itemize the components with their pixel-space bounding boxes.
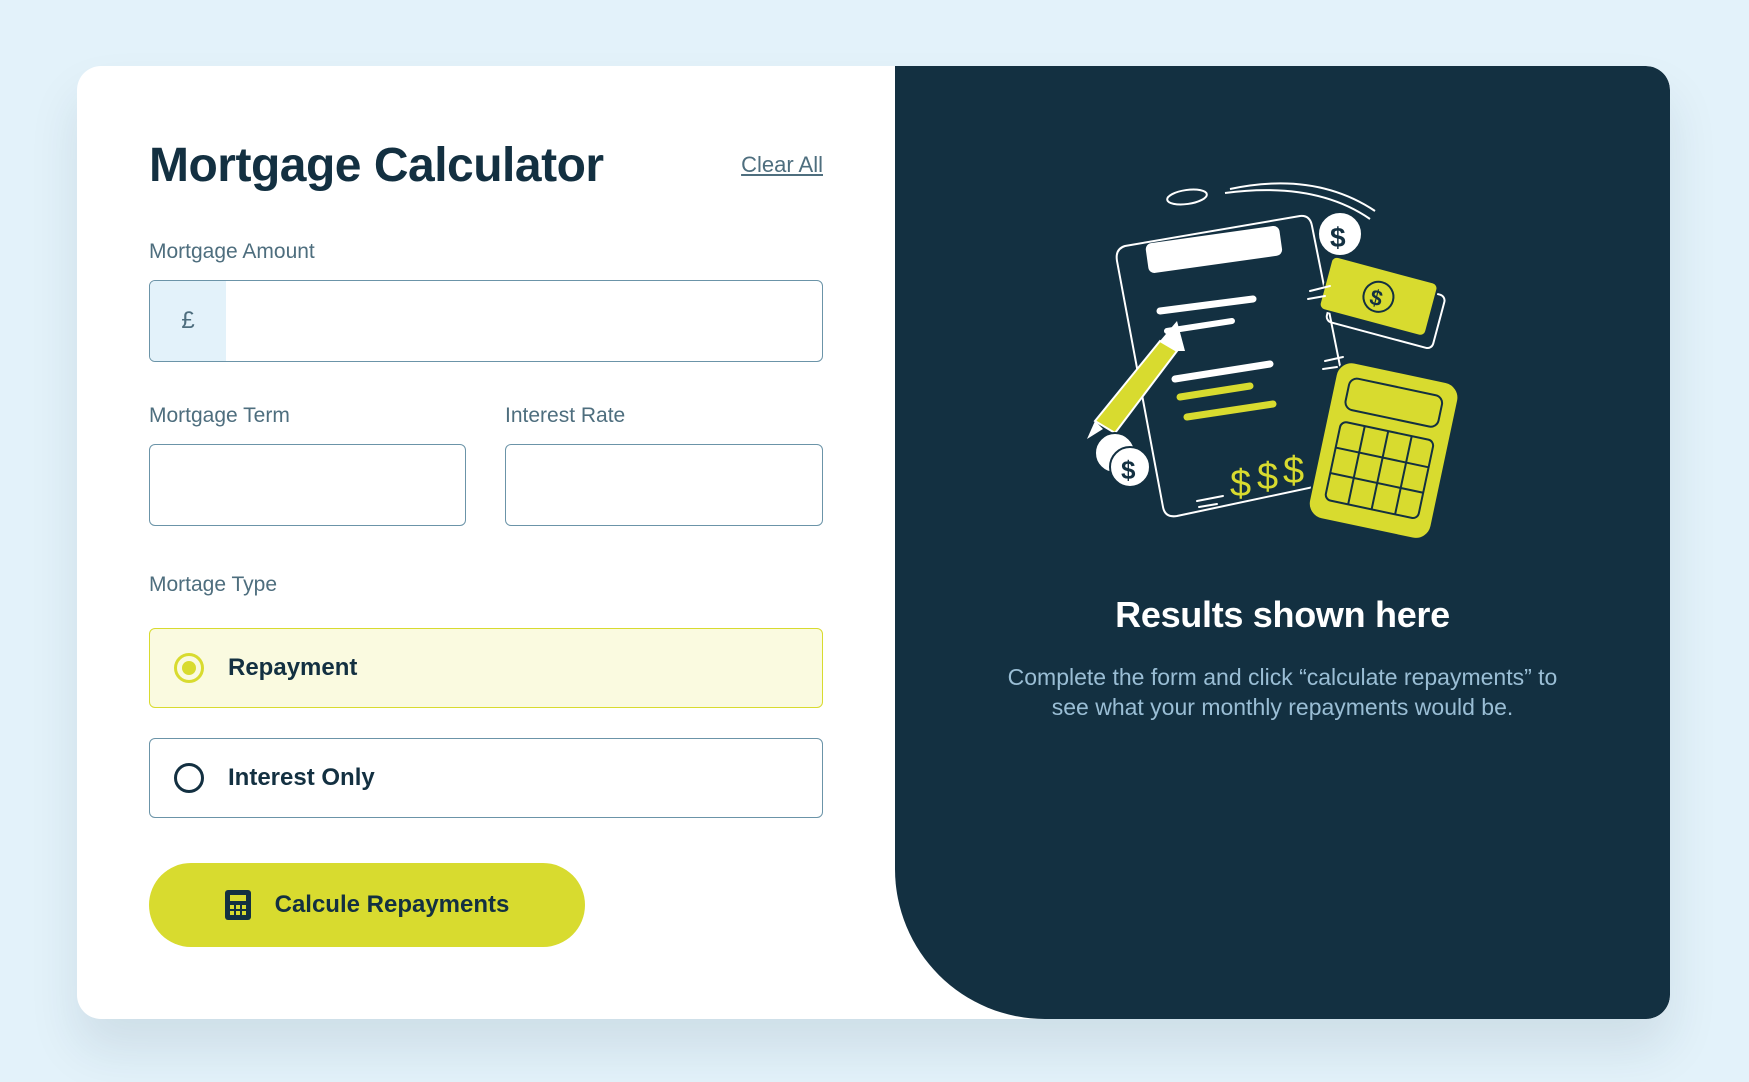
results-panel: $ $ $ $ $ $ Results shown here Complete … <box>895 66 1670 1019</box>
mortgage-term-label: Mortgage Term <box>149 404 290 427</box>
currency-prefix: £ <box>150 281 226 361</box>
radio-selected-icon[interactable] <box>174 653 204 683</box>
mortgage-term-input[interactable] <box>150 445 465 525</box>
mortgage-amount-input[interactable] <box>226 281 822 361</box>
svg-text:$: $ <box>1257 456 1278 498</box>
svg-text:$: $ <box>1121 455 1136 485</box>
radio-option-repayment[interactable]: Repayment <box>149 628 823 708</box>
calculate-repayments-button[interactable]: Calcule Repayments <box>149 863 585 947</box>
mortgage-type-label: Mortage Type <box>149 573 278 596</box>
interest-rate-label: Interest Rate <box>505 404 626 427</box>
calculator-icon <box>224 890 251 920</box>
page-title: Mortgage Calculator <box>149 139 604 192</box>
form-panel: Mortgage Calculator Clear All Mortgage A… <box>77 66 895 1019</box>
interest-rate-input[interactable] <box>506 445 822 525</box>
calculate-button-label: Calcule Repayments <box>274 891 510 918</box>
mortgage-amount-field[interactable]: £ <box>149 280 823 362</box>
interest-rate-field[interactable]: % <box>505 444 823 526</box>
svg-text:$: $ <box>1283 450 1304 492</box>
calculator-card: Mortgage Calculator Clear All Mortgage A… <box>77 66 1670 1019</box>
radio-option-label: Repayment <box>228 654 358 681</box>
results-description: Complete the form and click “calculate r… <box>1007 664 1558 720</box>
clear-all-link[interactable]: Clear All <box>741 152 823 178</box>
svg-text:$: $ <box>1230 463 1251 505</box>
mortgage-amount-label: Mortgage Amount <box>149 240 315 263</box>
empty-results-illustration: $ $ $ $ $ $ <box>1087 182 1460 540</box>
results-title: Results shown here <box>1115 594 1450 635</box>
radio-option-label: Interest Only <box>228 764 375 791</box>
svg-text:$: $ <box>1330 222 1346 253</box>
radio-unselected-icon[interactable] <box>174 763 204 793</box>
radio-option-interest-only[interactable]: Interest Only <box>149 738 823 818</box>
mortgage-term-field[interactable]: years <box>149 444 466 526</box>
